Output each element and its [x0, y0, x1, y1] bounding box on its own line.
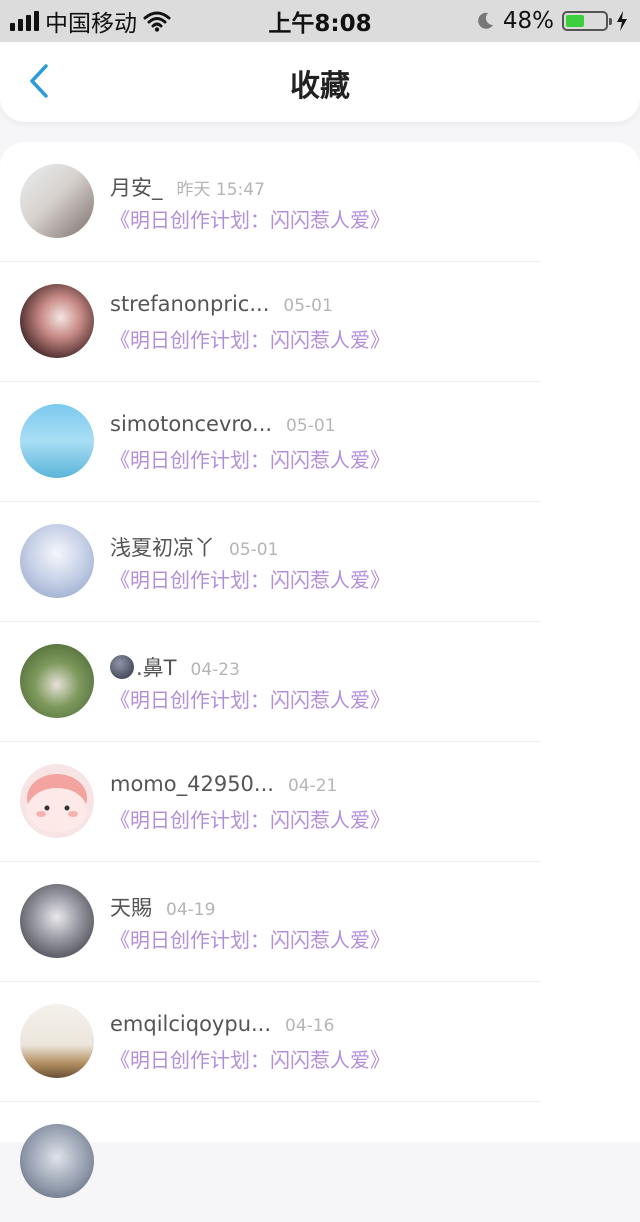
user-name-row: strefanonpric... 05-01 [110, 292, 333, 316]
user-name: strefanonpric... [110, 292, 270, 316]
user-name: emqilciqoypu... [110, 1012, 272, 1036]
post-date: 05-01 [283, 296, 333, 316]
status-bar: 中国移动 上午8:08 48% [0, 0, 640, 42]
user-name-row: 天賜 04-19 [110, 892, 215, 922]
user-name: simotoncevro... [110, 412, 273, 436]
avatar [20, 524, 94, 598]
avatar [20, 1124, 94, 1198]
work-title-link[interactable]: 《明日创作计划：闪闪惹人爱》 [110, 204, 390, 233]
cartoon-face-icon [27, 774, 87, 832]
status-left: 中国移动 [10, 4, 171, 38]
work-title-link[interactable]: 《明日创作计划：闪闪惹人爱》 [110, 444, 390, 473]
signal-icon [10, 11, 39, 31]
wifi-icon [143, 11, 171, 32]
list-item[interactable]: .鼻T 04-23 《明日创作计划：闪闪惹人爱》 [0, 622, 640, 742]
user-name: momo_42950... [110, 772, 274, 796]
user-name-row: simotoncevro... 05-01 [110, 412, 335, 436]
work-title-link[interactable]: 《明日创作计划：闪闪惹人爱》 [110, 324, 390, 353]
post-date: 04-21 [287, 776, 338, 796]
post-date: 04-16 [285, 1016, 335, 1036]
favorites-list: 月安_ 昨天 15:47 《明日创作计划：闪闪惹人爱》 strefanonpric… [0, 142, 640, 1198]
avatar [20, 404, 94, 478]
moon-icon [478, 12, 493, 29]
list-item[interactable]: emqilciqoypu... 04-16 《明日创作计划：闪闪惹人爱》 [0, 982, 640, 1102]
battery-percent: 48% [502, 8, 554, 34]
user-name: 天賜 [110, 896, 152, 920]
work-title-link[interactable]: 《明日创作计划：闪闪惹人爱》 [110, 1044, 390, 1073]
user-name: 浅夏初凉丫 [110, 536, 215, 560]
avatar [20, 884, 94, 958]
work-title-link[interactable]: 《明日创作计划：闪闪惹人爱》 [110, 804, 390, 833]
user-name-row: 月安_ 昨天 15:47 [110, 172, 265, 202]
battery-icon [562, 11, 612, 31]
post-date: 04-19 [166, 900, 216, 920]
user-name-row: emqilciqoypu... 04-16 [110, 1012, 334, 1036]
user-name-row: momo_42950... 04-21 [110, 772, 337, 796]
nav-bar: 收藏 [0, 42, 640, 122]
user-name-row: 浅夏初凉丫 05-01 [110, 532, 278, 562]
avatar [20, 644, 94, 718]
post-date: 05-01 [286, 416, 336, 436]
avatar [20, 164, 94, 238]
battery-fill [566, 15, 585, 27]
user-name: .鼻T [136, 656, 177, 680]
list-item[interactable]: 天賜 04-19 《明日创作计划：闪闪惹人爱》 [0, 862, 640, 982]
user-name-row: .鼻T 04-23 [110, 652, 240, 682]
list-item[interactable]: 浅夏初凉丫 05-01 《明日创作计划：闪闪惹人爱》 [0, 502, 640, 622]
post-date: 04-23 [190, 660, 240, 680]
list-item[interactable]: strefanonpric... 05-01 《明日创作计划：闪闪惹人爱》 [0, 262, 640, 382]
avatar [20, 764, 94, 838]
avatar [20, 284, 94, 358]
list-item[interactable]: 月安_ 昨天 15:47 《明日创作计划：闪闪惹人爱》 [0, 142, 640, 262]
dark-moon-emoji-icon [110, 655, 134, 679]
work-title-link[interactable]: 《明日创作计划：闪闪惹人爱》 [110, 564, 390, 593]
status-right: 48% [475, 8, 628, 34]
list-item[interactable]: simotoncevro... 05-01 《明日创作计划：闪闪惹人爱》 [0, 382, 640, 502]
post-date: 05-01 [229, 540, 279, 560]
charging-icon [617, 11, 627, 31]
list-item-partial[interactable] [0, 1102, 640, 1222]
carrier-label: 中国移动 [45, 11, 137, 37]
work-title-link[interactable]: 《明日创作计划：闪闪惹人爱》 [110, 684, 390, 713]
list-item[interactable]: momo_42950... 04-21 《明日创作计划：闪闪惹人爱》 [0, 742, 640, 862]
avatar [20, 1004, 94, 1078]
work-title-link[interactable]: 《明日创作计划：闪闪惹人爱》 [110, 924, 390, 953]
page-title: 收藏 [290, 69, 350, 104]
user-name: 月安_ [110, 176, 163, 200]
post-date: 昨天 15:47 [176, 180, 265, 200]
